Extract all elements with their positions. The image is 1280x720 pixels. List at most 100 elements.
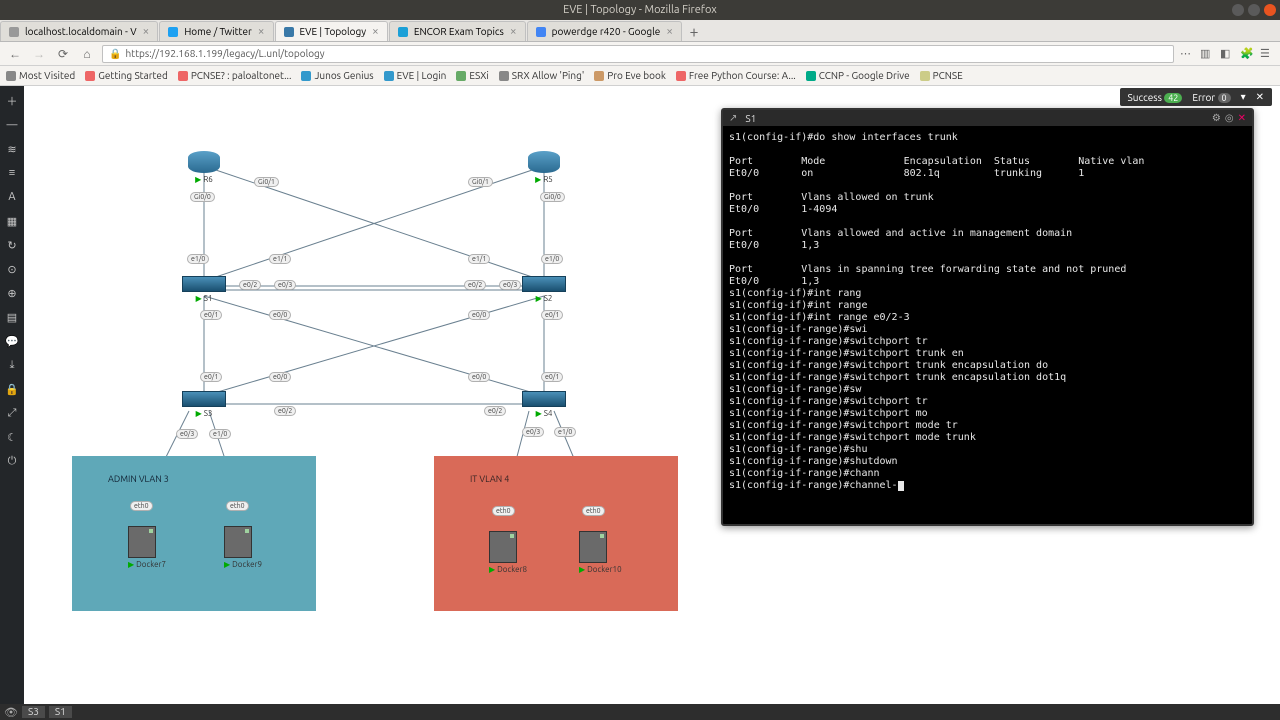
wavy-icon[interactable]: ≋ xyxy=(5,142,19,156)
window-controls xyxy=(1232,4,1276,16)
router-icon xyxy=(188,151,220,173)
page-content: ＋ — ≋ ≡ A ▦ ↻ ⊙ ⊕ ▤ 💬 ⤓ 🔒 ⤢ ☾ ⏻ Success … xyxy=(0,86,1280,704)
terminal-gear-icon[interactable]: ⚙ xyxy=(1212,112,1221,124)
node-docker8[interactable]: ▶Docker8 xyxy=(489,531,527,574)
eye-icon[interactable]: 👁 xyxy=(4,706,18,719)
sidebar-icon[interactable]: ◧ xyxy=(1220,47,1234,61)
bookmark-item[interactable]: PCNSE xyxy=(920,70,963,81)
list-icon[interactable]: ≡ xyxy=(5,166,19,180)
iface-label: e1/0 xyxy=(554,427,576,437)
tab-close-icon[interactable]: × xyxy=(258,25,265,38)
popout-icon[interactable]: ↗ xyxy=(729,112,737,124)
topology-canvas[interactable]: Success 42 Error 0 ▾ ✕ ADMIN VLAN 3 IT V… xyxy=(24,86,1280,704)
add-node-icon[interactable]: ＋ xyxy=(5,94,19,108)
bookmark-item[interactable]: CCNP - Google Drive xyxy=(806,70,910,81)
browser-tab[interactable]: Home / Twitter× xyxy=(159,21,273,41)
node-docker7[interactable]: ▶Docker7 xyxy=(128,526,166,569)
node-s1[interactable]: ▶S1 xyxy=(182,276,226,303)
page-icon[interactable]: ▤ xyxy=(5,310,19,324)
iface-label: Gi0/0 xyxy=(540,192,565,202)
toast-close-icon[interactable]: ✕ xyxy=(1256,91,1264,103)
download-icon[interactable]: ⤓ xyxy=(5,358,19,372)
iface-label: e1/0 xyxy=(209,429,231,439)
terminal-close-icon[interactable]: ✕ xyxy=(1238,112,1246,124)
node-r5[interactable]: ▶R5 xyxy=(528,151,560,184)
node-docker10[interactable]: ▶Docker10 xyxy=(579,531,622,574)
node-docker9[interactable]: ▶Docker9 xyxy=(224,526,262,569)
extensions-icon[interactable]: 🧩 xyxy=(1240,47,1254,61)
bookmark-item[interactable]: SRX Allow 'Ping' xyxy=(499,70,584,81)
favicon-icon xyxy=(284,27,294,37)
cursor xyxy=(898,481,904,491)
bookmark-label: PCNSE? : paloaltonet... xyxy=(191,70,292,81)
running-icon: ▶ xyxy=(536,294,542,303)
close-icon[interactable] xyxy=(1264,4,1276,16)
iface-label: e0/3 xyxy=(176,429,198,439)
bookmark-label: Pro Eve book xyxy=(607,70,666,81)
node-s2[interactable]: ▶S2 xyxy=(522,276,566,303)
expand-icon[interactable]: ⤢ xyxy=(5,406,19,420)
zoom-in-icon[interactable]: ⊕ xyxy=(5,286,19,300)
toast-collapse-icon[interactable]: ▾ xyxy=(1241,91,1246,103)
home-button[interactable]: ⌂ xyxy=(78,45,96,63)
back-button[interactable]: ← xyxy=(6,45,24,63)
reader-icon[interactable]: ⋯ xyxy=(1180,47,1194,61)
bookmark-item[interactable]: Pro Eve book xyxy=(594,70,666,81)
terminal-target-icon[interactable]: ◎ xyxy=(1225,112,1234,124)
bottom-tab-s1[interactable]: S1 xyxy=(49,706,72,718)
bookmark-item[interactable]: Getting Started xyxy=(85,70,168,81)
browser-tabbar: localhost.localdomain - V×Home / Twitter… xyxy=(0,20,1280,42)
tab-close-icon[interactable]: × xyxy=(143,25,150,38)
tab-close-icon[interactable]: × xyxy=(666,25,673,38)
forward-button: → xyxy=(30,45,48,63)
browser-tab[interactable]: ENCOR Exam Topics× xyxy=(389,21,526,41)
vlan3-box: ADMIN VLAN 3 xyxy=(72,456,316,611)
bookmark-icon xyxy=(384,71,394,81)
iface-label: e1/0 xyxy=(187,254,209,264)
minimize-icon[interactable] xyxy=(1232,4,1244,16)
running-icon: ▶ xyxy=(128,560,134,569)
chat-icon[interactable]: 💬 xyxy=(5,334,19,348)
link-icon[interactable]: — xyxy=(5,118,19,132)
node-s4[interactable]: ▶S4 xyxy=(522,391,566,418)
bookmark-item[interactable]: Most Visited xyxy=(6,70,75,81)
bookmark-item[interactable]: ESXi xyxy=(456,70,488,81)
favicon-icon xyxy=(168,27,178,37)
reload-button[interactable]: ⟳ xyxy=(54,45,72,63)
bookmark-item[interactable]: Junos Genius xyxy=(301,70,373,81)
bookmark-icon xyxy=(301,71,311,81)
power-icon[interactable]: ⏻ xyxy=(5,454,19,468)
bottom-tab-s3[interactable]: S3 xyxy=(22,706,45,718)
bookmark-item[interactable]: EVE | Login xyxy=(384,70,447,81)
browser-tab[interactable]: EVE | Topology× xyxy=(275,21,388,41)
moon-icon[interactable]: ☾ xyxy=(5,430,19,444)
grid-icon[interactable]: ▦ xyxy=(5,214,19,228)
bookmark-label: CCNP - Google Drive xyxy=(819,70,910,81)
terminal-window[interactable]: ↗ S1 ⚙ ◎ ✕ s1(config-if)#do show interfa… xyxy=(721,108,1254,526)
favicon-icon xyxy=(536,27,546,37)
tab-close-icon[interactable]: × xyxy=(510,25,517,38)
refresh-icon[interactable]: ↻ xyxy=(5,238,19,252)
tab-close-icon[interactable]: × xyxy=(372,25,379,38)
menu-icon[interactable]: ☰ xyxy=(1260,47,1274,61)
text-icon[interactable]: A xyxy=(5,190,19,204)
terminal-titlebar[interactable]: ↗ S1 ⚙ ◎ ✕ xyxy=(723,110,1252,126)
lock-icon: 🔒 xyxy=(109,48,121,60)
lock-icon[interactable]: 🔒 xyxy=(5,382,19,396)
new-tab-button[interactable]: + xyxy=(683,23,705,41)
server-icon xyxy=(579,531,607,563)
browser-tab[interactable]: localhost.localdomain - V× xyxy=(0,21,158,41)
bookmark-icon xyxy=(6,71,16,81)
iface-label: Gi0/1 xyxy=(254,177,279,187)
maximize-icon[interactable] xyxy=(1248,4,1260,16)
node-r6[interactable]: ▶R6 xyxy=(188,151,220,184)
search-icon[interactable]: ⊙ xyxy=(5,262,19,276)
browser-tab[interactable]: powerdge r420 - Google× xyxy=(527,21,682,41)
terminal-output[interactable]: s1(config-if)#do show interfaces trunk P… xyxy=(723,126,1252,498)
iface-label: e0/3 xyxy=(499,280,521,290)
node-s3[interactable]: ▶S3 xyxy=(182,391,226,418)
bookmark-item[interactable]: PCNSE? : paloaltonet... xyxy=(178,70,292,81)
bookmark-item[interactable]: Free Python Course: A... xyxy=(676,70,796,81)
url-input[interactable]: 🔒 https://192.168.1.199/legacy/L.unl/top… xyxy=(102,45,1174,63)
library-icon[interactable]: ▥ xyxy=(1200,47,1214,61)
